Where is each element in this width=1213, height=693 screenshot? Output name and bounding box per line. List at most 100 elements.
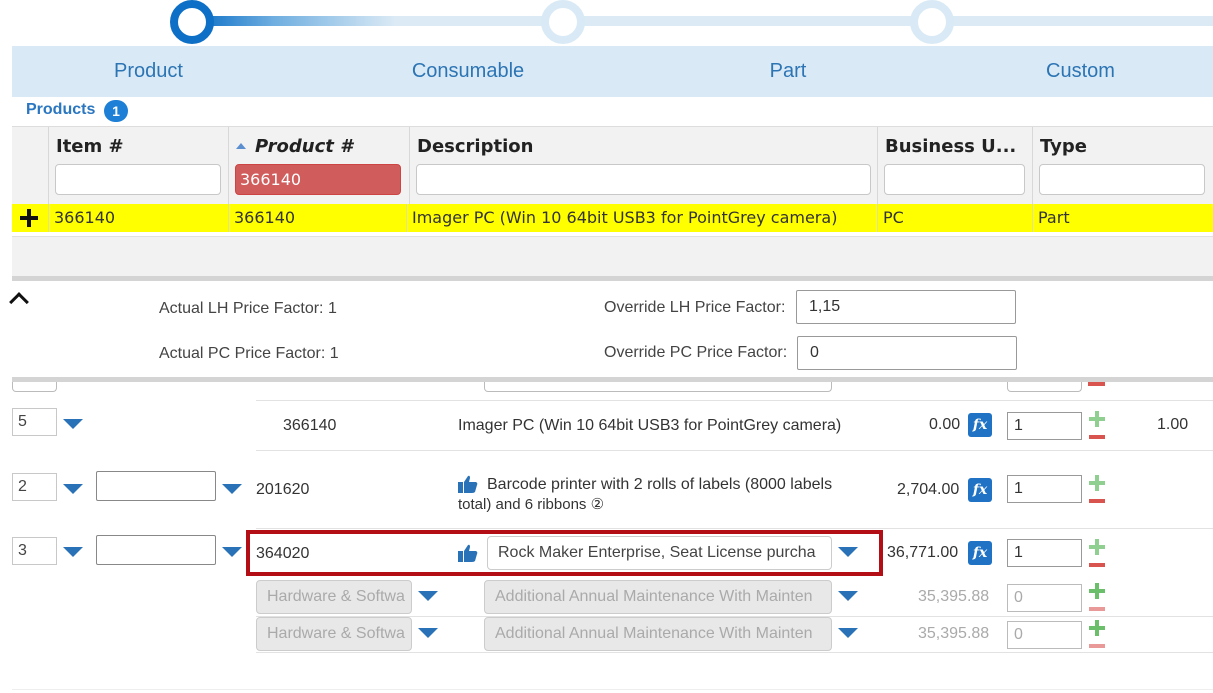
step-connector-1: [205, 16, 550, 26]
list-item: [484, 382, 832, 392]
column-business-unit-title: Business U...: [885, 136, 1017, 157]
position-input[interactable]: 5: [12, 408, 57, 436]
dropdown-arrow-icon[interactable]: [418, 591, 438, 601]
column-product-title: Product #: [255, 136, 353, 157]
divider: [256, 400, 1213, 401]
dropdown-arrow-icon[interactable]: [63, 419, 83, 429]
column-type[interactable]: Type: [1032, 127, 1213, 205]
column-type-title: Type: [1040, 136, 1087, 157]
dropdown-arrow-icon[interactable]: [63, 547, 83, 557]
maintenance-select[interactable]: Additional Annual Maintenance With Maint…: [484, 580, 832, 614]
line-product-number: 366140: [283, 417, 337, 434]
line-extra-value: 1.00: [1157, 416, 1189, 433]
selection-highlight: [246, 530, 883, 576]
quantity-input[interactable]: 1: [1007, 412, 1082, 440]
position-input[interactable]: 2: [12, 473, 57, 501]
divider: [256, 450, 1213, 451]
cell-description: Imager PC (Win 10 64bit USB3 for PointGr…: [406, 204, 877, 232]
divider: [256, 528, 1213, 529]
remove-icon[interactable]: [1089, 644, 1105, 648]
override-lh-factor-input[interactable]: 1,15: [796, 290, 1016, 324]
dropdown-arrow-icon[interactable]: [63, 484, 83, 494]
column-description[interactable]: Description: [409, 127, 877, 205]
tab-product[interactable]: Product: [12, 46, 285, 97]
category-select[interactable]: [96, 471, 216, 501]
dropdown-arrow-icon[interactable]: [222, 484, 242, 494]
divider: [256, 652, 1213, 653]
line-price: 35,395.88: [918, 625, 990, 642]
step-1-indicator[interactable]: [170, 0, 214, 44]
line-price: 0.00: [929, 416, 961, 433]
grid-header: Item # Product # 366140 Description Busi…: [12, 126, 1213, 205]
list-item: [1007, 382, 1082, 392]
fx-icon[interactable]: fx: [968, 413, 992, 437]
item-filter-input[interactable]: [55, 164, 221, 195]
business-unit-filter-input[interactable]: [884, 164, 1025, 195]
line-description-continued: total) and 6 ribbons ②: [458, 496, 605, 513]
fx-icon[interactable]: fx: [968, 478, 992, 502]
quantity-stepper[interactable]: [1088, 620, 1106, 656]
column-item-title: Item #: [56, 136, 124, 157]
column-business-unit[interactable]: Business U...: [877, 127, 1032, 205]
cell-type: Part: [1032, 204, 1213, 232]
remove-icon[interactable]: [1089, 563, 1105, 567]
cell-product: 366140: [228, 204, 409, 232]
product-filter-input[interactable]: 366140: [235, 164, 401, 195]
line-price: 36,771.00: [887, 544, 959, 561]
quantity-input[interactable]: 1: [1007, 539, 1082, 567]
step-2-indicator[interactable]: [541, 0, 585, 44]
line-price: 2,704.00: [897, 481, 960, 498]
tab-custom[interactable]: Custom: [948, 46, 1213, 97]
page: Product Consumable Part Custom Products …: [0, 0, 1213, 693]
cell-business-unit: PC: [877, 204, 1032, 232]
sort-ascending-icon: [236, 143, 246, 149]
cell-item: 366140: [48, 204, 228, 232]
quantity-stepper[interactable]: [1088, 411, 1106, 447]
quantity-stepper[interactable]: [1088, 475, 1106, 511]
type-filter-input[interactable]: [1039, 164, 1205, 195]
divider: [12, 689, 1213, 690]
step-connector-2: [580, 16, 925, 26]
override-pc-factor-input[interactable]: 0: [797, 336, 1017, 370]
step-connector-3: [950, 16, 1213, 26]
actual-pc-factor-label: Actual PC Price Factor: 1: [159, 345, 339, 362]
tab-bar: Product Consumable Part Custom: [12, 46, 1213, 97]
remove-icon[interactable]: [1088, 382, 1105, 386]
remove-icon[interactable]: [1089, 499, 1105, 503]
line-price: 35,395.88: [918, 588, 990, 605]
description-filter-input[interactable]: [416, 164, 871, 195]
quantity-stepper[interactable]: [1088, 539, 1106, 575]
products-count-badge: 1: [104, 100, 128, 122]
dropdown-arrow-icon[interactable]: [838, 591, 858, 601]
quantity-input[interactable]: 0: [1007, 584, 1082, 612]
fx-icon[interactable]: fx: [968, 541, 992, 565]
override-lh-factor-label: Override LH Price Factor:: [604, 299, 786, 316]
category-select[interactable]: [96, 535, 216, 565]
dropdown-arrow-icon[interactable]: [222, 547, 242, 557]
category-select[interactable]: Hardware & Softwa: [256, 617, 412, 651]
step-3-indicator[interactable]: [910, 0, 954, 44]
maintenance-select[interactable]: Additional Annual Maintenance With Maint…: [484, 617, 832, 651]
quantity-input[interactable]: 1: [1007, 475, 1082, 503]
column-description-title: Description: [417, 136, 534, 157]
dropdown-arrow-icon[interactable]: [418, 628, 438, 638]
category-select[interactable]: Hardware & Softwa: [256, 580, 412, 614]
position-input[interactable]: 3: [12, 537, 57, 565]
list-item: [12, 382, 57, 392]
thumbs-up-icon: [458, 475, 478, 493]
quantity-input[interactable]: 0: [1007, 621, 1082, 649]
products-label: Products: [26, 101, 96, 118]
column-item[interactable]: Item #: [48, 127, 228, 205]
tab-consumable[interactable]: Consumable: [308, 46, 628, 97]
dropdown-arrow-icon[interactable]: [838, 628, 858, 638]
column-product[interactable]: Product # 366140: [228, 127, 409, 205]
add-row-icon[interactable]: [18, 207, 40, 229]
override-pc-factor-label: Override PC Price Factor:: [604, 344, 788, 361]
table-row[interactable]: 366140 366140 Imager PC (Win 10 64bit US…: [12, 204, 1213, 232]
remove-icon[interactable]: [1089, 435, 1105, 439]
chevron-up-icon[interactable]: [9, 292, 29, 312]
quantity-stepper[interactable]: [1088, 583, 1106, 619]
tab-part[interactable]: Part: [628, 46, 948, 97]
line-product-number: 201620: [256, 481, 310, 498]
remove-icon[interactable]: [1089, 607, 1105, 611]
